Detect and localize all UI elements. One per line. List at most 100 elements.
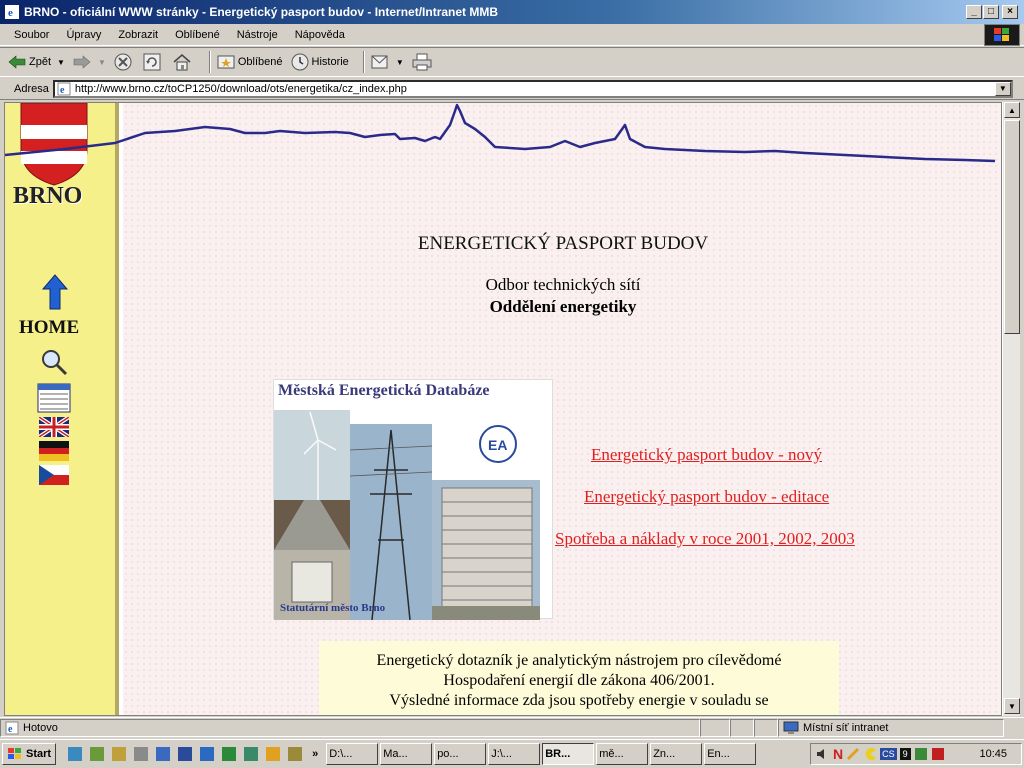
favorites-icon bbox=[217, 55, 235, 69]
info-box: Energetický dotazník je analytickým nást… bbox=[319, 641, 839, 715]
quick-launch-icon[interactable] bbox=[89, 746, 105, 762]
scroll-thumb[interactable] bbox=[1004, 120, 1020, 334]
back-arrow-icon bbox=[8, 55, 26, 69]
tray-app-icon[interactable] bbox=[914, 747, 928, 761]
task-button[interactable]: po... bbox=[434, 743, 487, 765]
status-text-pane: e Hotovo bbox=[0, 718, 700, 737]
quick-launch-icon[interactable] bbox=[265, 746, 281, 762]
task-button[interactable]: Zn... bbox=[650, 743, 703, 765]
start-button[interactable]: Start bbox=[2, 743, 57, 765]
system-tray: N CS 9 10:45 bbox=[810, 743, 1022, 765]
quick-launch-icon[interactable] bbox=[287, 746, 303, 762]
english-flag-icon[interactable] bbox=[39, 417, 69, 437]
language-indicator[interactable]: CS bbox=[880, 748, 897, 760]
ie-icon: e bbox=[4, 4, 20, 20]
quick-launch-icon[interactable] bbox=[243, 746, 259, 762]
main-content: ENERGETICKÝ PASPORT BUDOV Odbor technick… bbox=[5, 103, 1001, 715]
antivirus-icon[interactable]: N bbox=[833, 746, 843, 762]
quick-launch bbox=[64, 746, 306, 762]
print-button[interactable] bbox=[412, 53, 435, 71]
intranet-zone-icon bbox=[783, 721, 799, 734]
clock: 10:45 bbox=[979, 748, 1007, 760]
mail-dropdown-icon[interactable]: ▼ bbox=[396, 58, 404, 67]
favorites-button[interactable]: Oblíbené bbox=[217, 54, 283, 70]
brno-logo-text: BRNO bbox=[13, 183, 83, 209]
window-title: BRNO - oficiální WWW stránky - Energetic… bbox=[24, 5, 499, 19]
menu-file[interactable]: Soubor bbox=[14, 29, 49, 41]
calendar-icon[interactable] bbox=[37, 383, 71, 413]
stop-button[interactable] bbox=[114, 53, 135, 71]
quick-launch-icon[interactable] bbox=[177, 746, 193, 762]
home-link[interactable]: HOME bbox=[19, 317, 79, 339]
link-consumption-costs[interactable]: Spotřeba a náklady v roce 2001, 2002, 20… bbox=[555, 529, 855, 549]
pacman-icon[interactable] bbox=[863, 747, 877, 761]
mail-button[interactable]: ▼ bbox=[371, 53, 404, 71]
svg-text:EA: EA bbox=[488, 437, 507, 453]
volume-icon[interactable] bbox=[815, 747, 829, 761]
history-label: Historie bbox=[311, 56, 349, 68]
address-dropdown-button[interactable]: ▼ bbox=[994, 81, 1011, 96]
vertical-scrollbar[interactable]: ▲ ▼ bbox=[1002, 102, 1020, 716]
toolbar-separator bbox=[208, 51, 211, 73]
task-button[interactable]: D:\... bbox=[326, 743, 379, 765]
maximize-button[interactable]: □ bbox=[983, 5, 999, 19]
address-input[interactable]: e http://www.brno.cz/toCP1250/download/o… bbox=[52, 79, 1013, 98]
task-button-active[interactable]: BR... bbox=[542, 743, 595, 765]
stop-icon bbox=[114, 53, 132, 71]
menu-bar: Soubor Úpravy Zobrazit Oblíbené Nástroje… bbox=[0, 24, 1024, 46]
task-button[interactable]: J:\... bbox=[488, 743, 541, 765]
quick-launch-icon[interactable] bbox=[155, 746, 171, 762]
refresh-button[interactable] bbox=[143, 53, 164, 71]
menu-help[interactable]: Nápověda bbox=[295, 29, 345, 41]
back-dropdown-icon[interactable]: ▼ bbox=[57, 58, 65, 67]
forward-arrow-icon bbox=[73, 55, 91, 69]
quick-launch-icon[interactable] bbox=[199, 746, 215, 762]
city-skyline-banner bbox=[5, 103, 996, 163]
link-edit-passport[interactable]: Energetický pasport budov - editace bbox=[584, 487, 829, 507]
favorites-label: Oblíbené bbox=[237, 56, 283, 68]
quick-launch-icon[interactable] bbox=[221, 746, 237, 762]
search-icon[interactable] bbox=[39, 347, 69, 377]
forward-button[interactable]: ▼ bbox=[73, 55, 106, 69]
status-bar: e Hotovo Místní síť intranet bbox=[0, 717, 1024, 737]
quick-launch-icon[interactable] bbox=[67, 746, 83, 762]
info-line: Hospodaření energií dle zákona 406/2001. bbox=[443, 672, 715, 689]
status-pane bbox=[754, 718, 778, 737]
scroll-down-button[interactable]: ▼ bbox=[1004, 698, 1020, 714]
scroll-up-button[interactable]: ▲ bbox=[1004, 102, 1020, 118]
database-caption: Statutární město Brno bbox=[280, 602, 386, 614]
tray-app-icon[interactable] bbox=[931, 747, 945, 761]
back-button[interactable]: Zpět ▼ bbox=[8, 55, 65, 69]
svg-text:e: e bbox=[60, 85, 65, 96]
minimize-button[interactable]: _ bbox=[966, 5, 982, 19]
menu-favorites[interactable]: Oblíbené bbox=[175, 29, 220, 41]
address-url: http://www.brno.cz/toCP1250/download/ots… bbox=[74, 82, 407, 95]
svg-text:e: e bbox=[8, 7, 13, 19]
app-tray-icon[interactable]: 9 bbox=[899, 748, 911, 760]
quick-launch-icon[interactable] bbox=[133, 746, 149, 762]
toolbar: Zpět ▼ ▼ Oblíbené Historie ▼ bbox=[0, 47, 1024, 77]
svg-text:e: e bbox=[8, 724, 13, 735]
up-arrow-icon[interactable] bbox=[39, 273, 71, 311]
forward-dropdown-icon[interactable]: ▼ bbox=[98, 58, 106, 67]
section-name: Oddělení energetiky bbox=[489, 297, 637, 316]
menu-tools[interactable]: Nástroje bbox=[237, 29, 278, 41]
close-button[interactable]: × bbox=[1002, 5, 1018, 19]
task-button[interactable]: Ma... bbox=[380, 743, 433, 765]
quick-launch-overflow-icon[interactable]: » bbox=[312, 748, 318, 760]
network-icon[interactable] bbox=[846, 747, 860, 761]
task-button[interactable]: mě... bbox=[596, 743, 649, 765]
menu-view[interactable]: Zobrazit bbox=[118, 29, 158, 41]
czech-flag-icon[interactable] bbox=[39, 465, 69, 485]
quick-launch-icon[interactable] bbox=[111, 746, 127, 762]
mail-icon bbox=[371, 55, 388, 69]
link-new-passport[interactable]: Energetický pasport budov - nový bbox=[591, 445, 822, 465]
german-flag-icon[interactable] bbox=[39, 441, 69, 461]
status-pane bbox=[700, 718, 730, 737]
home-button[interactable] bbox=[172, 53, 195, 71]
history-button[interactable]: Historie bbox=[291, 53, 349, 71]
task-button[interactable]: En... bbox=[704, 743, 757, 765]
energy-database-image: Městská Energetická Databáze EA Statutár… bbox=[273, 379, 553, 620]
back-label: Zpět bbox=[29, 56, 52, 68]
menu-edit[interactable]: Úpravy bbox=[66, 29, 101, 41]
